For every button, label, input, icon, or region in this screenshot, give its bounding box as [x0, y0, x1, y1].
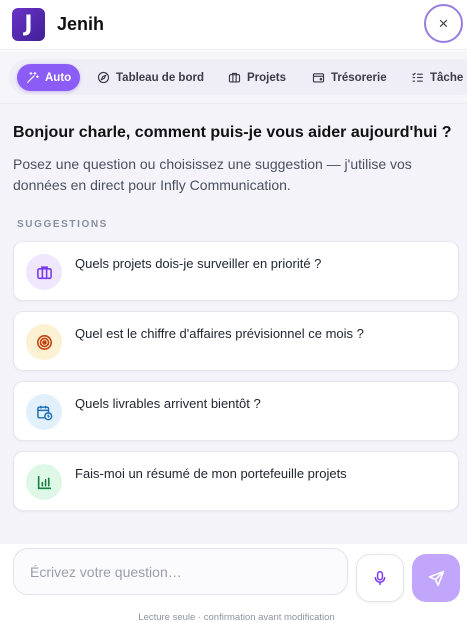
tab-label: Auto: [45, 71, 72, 84]
send-icon: [428, 570, 444, 586]
suggestion-text: Quels livrables arrivent bientôt ?: [75, 396, 261, 411]
suggestion-icon-wrap: [26, 324, 62, 360]
tab-label: Projets: [247, 71, 286, 84]
mode-tabs: Auto Tableau de bord Projets Trésorerie …: [0, 51, 467, 104]
tab-label: Tableau de bord: [116, 71, 204, 84]
suggestion-text: Fais-moi un résumé de mon portefeuille p…: [75, 466, 347, 481]
suggestion-text: Quels projets dois-je surveiller en prio…: [75, 256, 322, 271]
app-logo: J: [12, 8, 45, 41]
calendar-clock-icon: [36, 405, 52, 420]
suggestion-card[interactable]: Quel est le chiffre d'affaires prévision…: [13, 311, 459, 371]
mic-button[interactable]: [356, 554, 404, 602]
composer: Lecture seule · confirmation avant modif…: [0, 544, 467, 623]
magic-wand-icon: [27, 72, 39, 83]
suggestion-text: Quel est le chiffre d'affaires prévision…: [75, 326, 364, 341]
footnote: Lecture seule · confirmation avant modif…: [138, 612, 335, 623]
bar-chart-icon: [37, 475, 51, 489]
tab-taches[interactable]: Tâche: [402, 64, 467, 91]
tab-label: Trésorerie: [331, 71, 387, 84]
greeting-subtitle: Posez une question ou choisissez une sug…: [13, 156, 412, 193]
close-button[interactable]: ×: [424, 4, 463, 43]
tasks-icon: [412, 72, 423, 82]
greeting-heading: Bonjour charle, comment puis-je vous aid…: [13, 124, 452, 141]
send-button[interactable]: [412, 554, 460, 602]
suggestion-icon-wrap: [26, 464, 62, 500]
question-input[interactable]: [13, 548, 348, 595]
tab-label: Tâche: [430, 71, 464, 84]
suggestions-label: SUGGESTIONS: [17, 219, 108, 230]
target-icon: [36, 334, 52, 350]
close-icon: ×: [438, 13, 449, 33]
suggestion-card[interactable]: Quels projets dois-je surveiller en prio…: [13, 241, 459, 301]
app-header: J Jenih: [0, 0, 467, 50]
suggestion-icon-wrap: [26, 394, 62, 430]
briefcase-icon: [36, 265, 52, 279]
wallet-icon: [312, 73, 325, 83]
suggestion-icon-wrap: [26, 254, 62, 290]
tab-projets[interactable]: Projets: [219, 64, 295, 91]
tab-tresorerie[interactable]: Trésorerie: [303, 64, 396, 91]
tab-tableau-de-bord[interactable]: Tableau de bord: [88, 64, 213, 91]
suggestion-card[interactable]: Fais-moi un résumé de mon portefeuille p…: [13, 451, 459, 511]
compass-icon: [97, 71, 110, 84]
microphone-icon: [374, 571, 386, 586]
chat-panel: Bonjour charle, comment puis-je vous aid…: [0, 104, 467, 544]
suggestion-card[interactable]: Quels livrables arrivent bientôt ?: [13, 381, 459, 441]
app-title: Jenih: [57, 14, 105, 34]
briefcase-icon: [228, 72, 241, 83]
tab-auto[interactable]: Auto: [17, 64, 81, 91]
